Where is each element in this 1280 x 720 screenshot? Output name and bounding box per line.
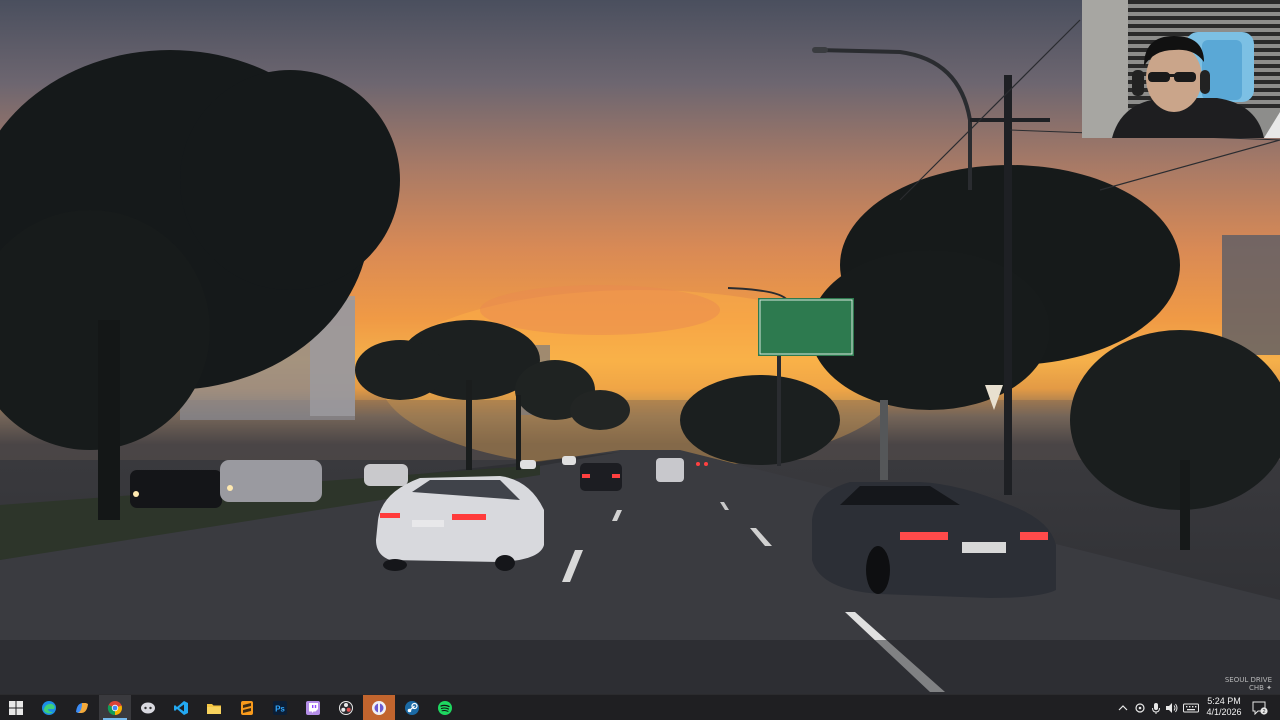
taskbar-app-12[interactable] [363, 695, 395, 720]
notification-center-button[interactable]: 2 [1252, 695, 1268, 720]
taskbar-app-vscode[interactable] [165, 695, 197, 720]
chevron-up-icon [1118, 704, 1128, 710]
taskbar-app-obs[interactable] [330, 695, 362, 720]
orange-app-icon [372, 700, 386, 715]
windows-logo-icon [9, 700, 23, 715]
vscode-icon [174, 700, 188, 715]
taskbar-app-sublime-text[interactable] [231, 695, 263, 720]
taskbar-app-spotify[interactable] [429, 695, 461, 720]
channel-watermark: SEOUL DRIVE CHB ✦ [1225, 676, 1272, 692]
start-button[interactable] [0, 695, 32, 720]
tray-microphone[interactable] [1151, 695, 1161, 720]
watermark-line-1: SEOUL DRIVE [1224, 676, 1272, 684]
photoshop-label: Ps [275, 704, 285, 713]
windows-taskbar: Ps 5:24 PM 4/1/2026 2 [0, 694, 1280, 720]
show-hidden-icons-button[interactable] [1118, 695, 1128, 720]
edge-icon [42, 700, 56, 715]
clock-date: 4/1/2026 [1206, 707, 1242, 717]
taskbar-app-photoshop[interactable]: Ps [264, 695, 296, 720]
clock-time: 5:24 PM [1207, 696, 1241, 706]
keyboard-icon [1183, 703, 1199, 712]
notification-count: 2 [1262, 709, 1265, 715]
taskbar-app-twitch[interactable] [297, 695, 329, 720]
chat-app-icon [141, 702, 155, 713]
webcam-overlay [1082, 0, 1280, 138]
tray-keyboard[interactable] [1183, 695, 1199, 720]
taskbar-app-5[interactable] [132, 695, 164, 720]
obs-icon [339, 700, 353, 715]
tray-network[interactable] [1134, 695, 1146, 720]
notification-icon: 2 [1252, 701, 1268, 715]
taskbar-app-file-explorer[interactable] [198, 695, 230, 720]
twitch-icon [306, 700, 320, 715]
taskbar-clock[interactable]: 5:24 PM 4/1/2026 [1198, 696, 1250, 718]
folder-icon [207, 703, 221, 714]
steam-icon [405, 700, 419, 715]
microphone-icon [1152, 702, 1160, 714]
sublime-icon [241, 700, 253, 715]
tray-volume[interactable] [1165, 695, 1179, 720]
photoshop-icon: Ps [273, 700, 287, 715]
network-icon [1135, 702, 1145, 713]
copilot-icon [76, 702, 88, 713]
watermark-line-2: CHB ✦ [1248, 684, 1272, 692]
chrome-icon [107, 700, 122, 715]
taskbar-app-chrome[interactable] [99, 695, 131, 720]
taskbar-app-copilot[interactable] [66, 695, 98, 720]
taskbar-app-steam[interactable] [396, 695, 428, 720]
spotify-icon [438, 700, 452, 715]
speaker-icon [1166, 702, 1178, 713]
taskbar-app-edge[interactable] [33, 695, 65, 720]
